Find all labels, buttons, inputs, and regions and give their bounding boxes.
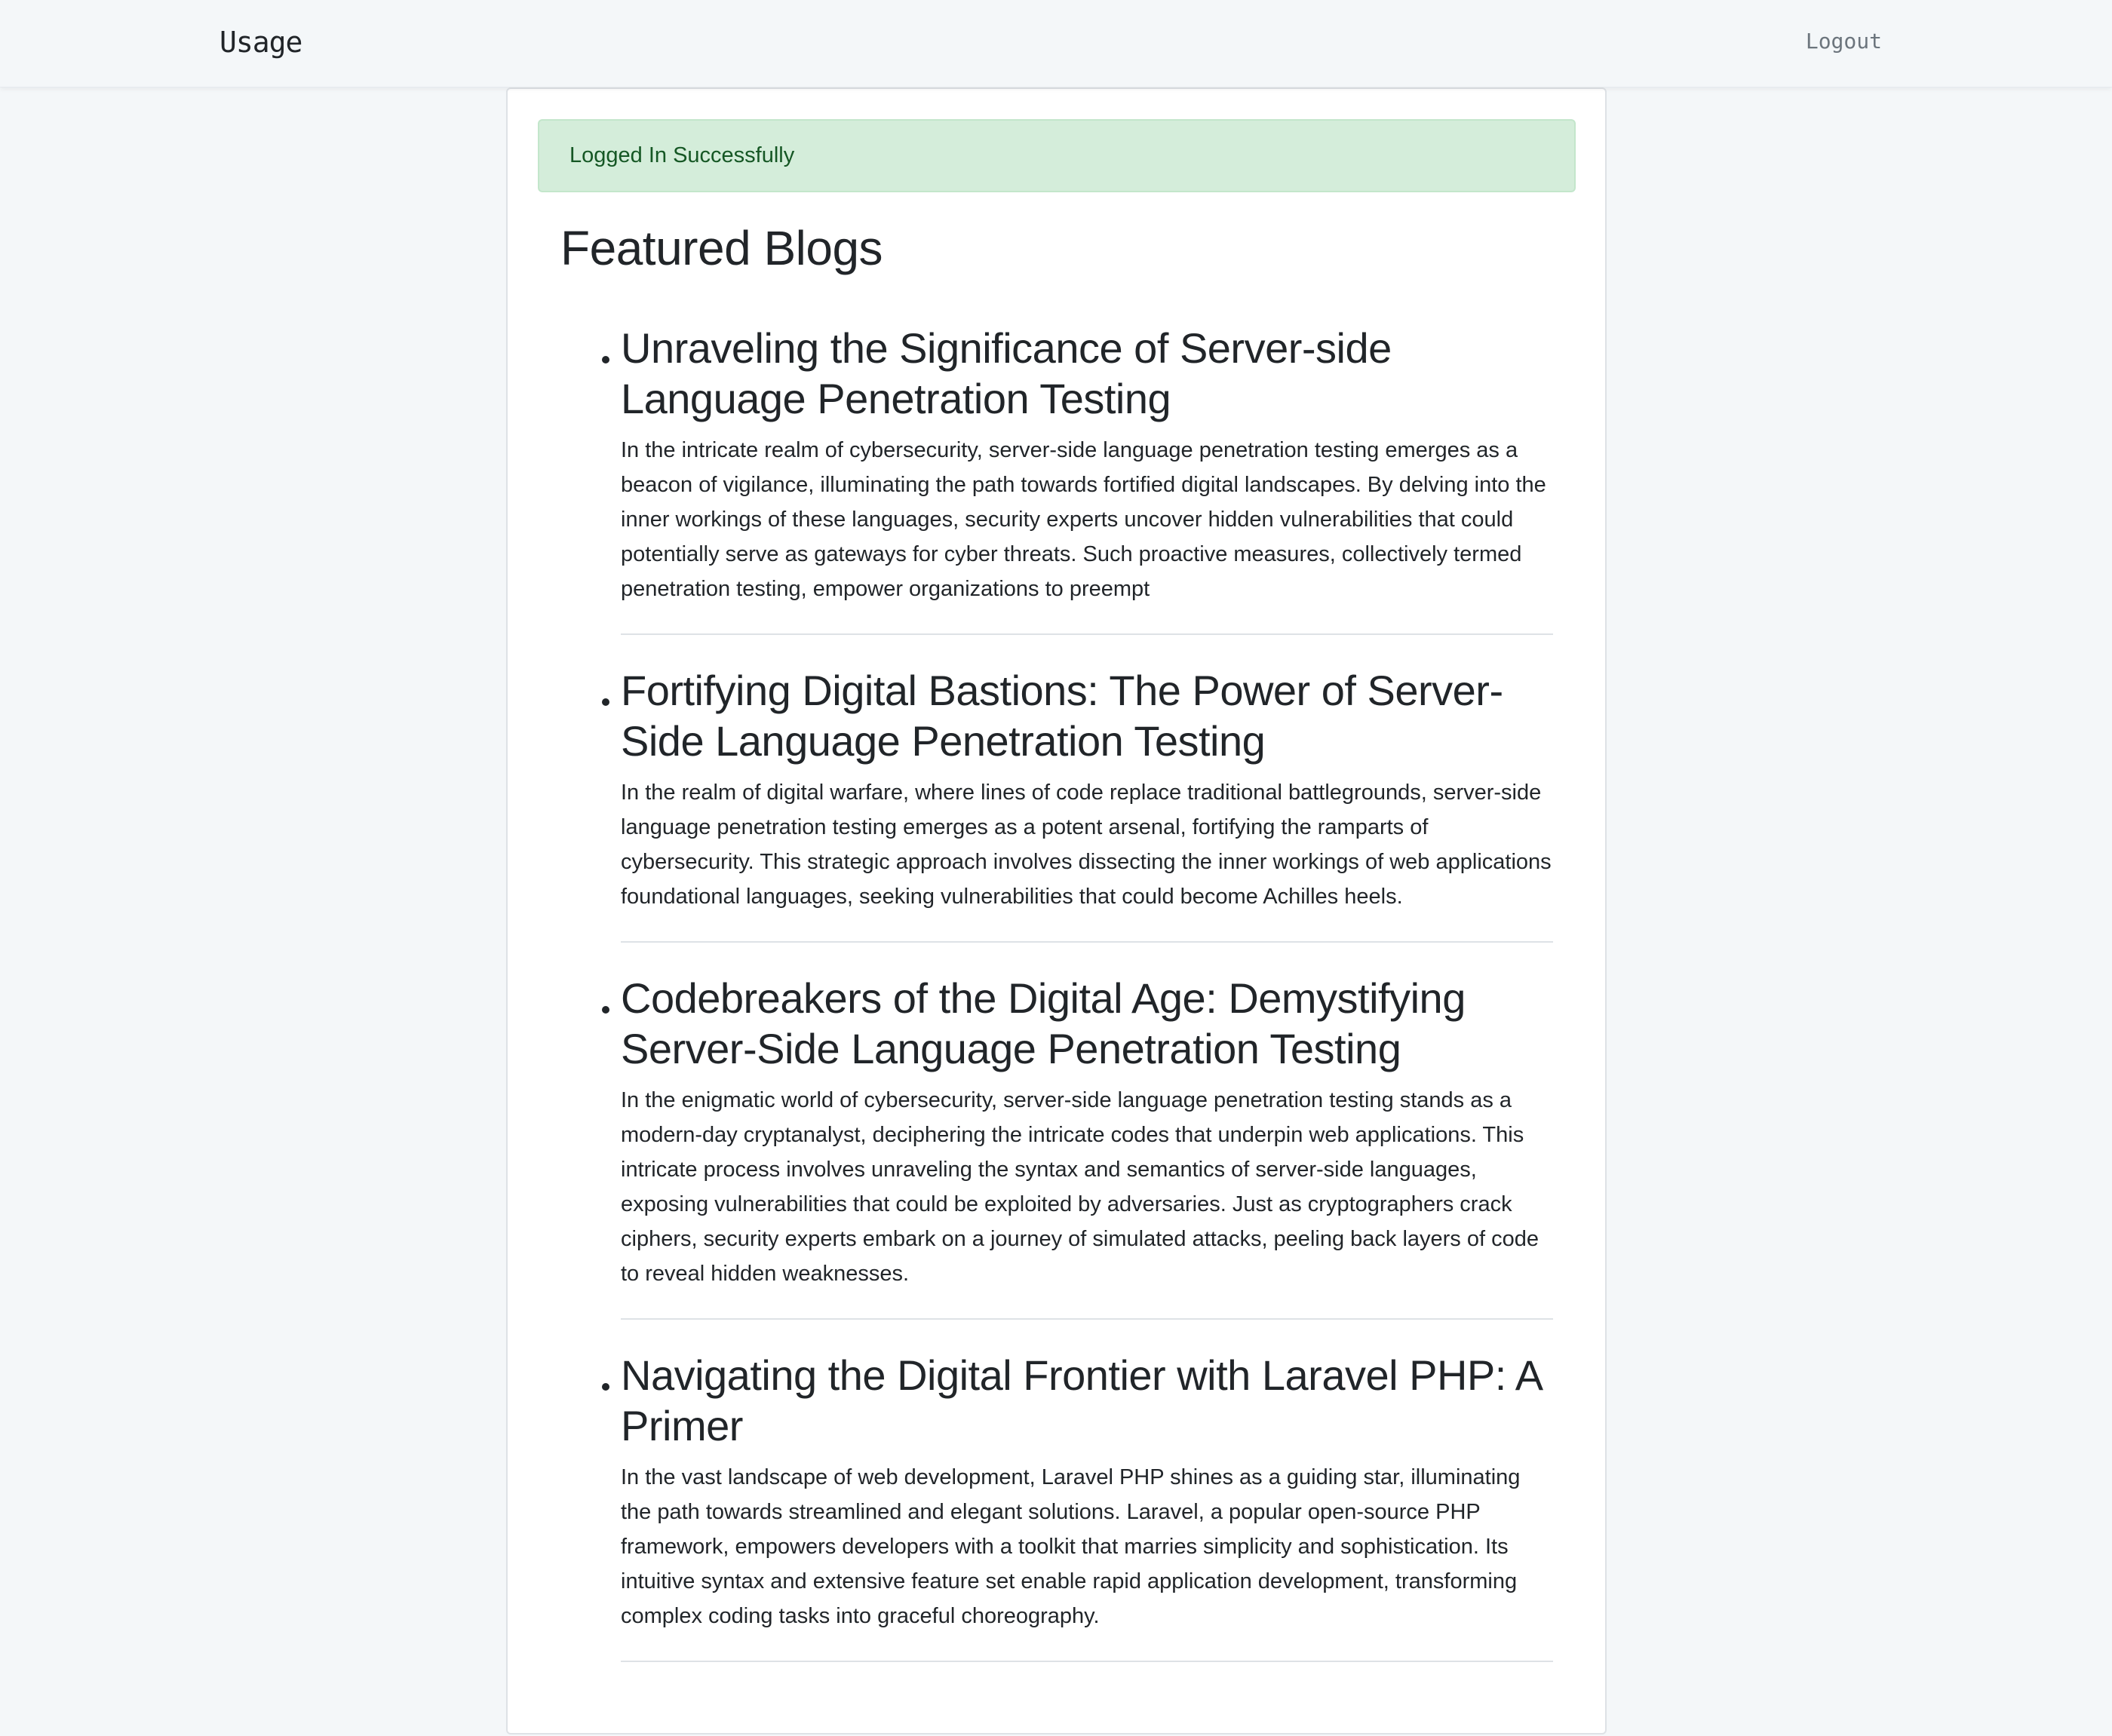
blog-title[interactable]: Codebreakers of the Digital Age: Demysti… bbox=[621, 973, 1553, 1074]
brand-logo-link[interactable]: Usage bbox=[219, 26, 302, 59]
page-title: Featured Blogs bbox=[560, 221, 883, 275]
blog-list: Unraveling the Significance of Server-si… bbox=[602, 323, 1553, 1692]
blog-excerpt: In the vast landscape of web development… bbox=[621, 1465, 1521, 1628]
logout-link[interactable]: Logout bbox=[1806, 29, 1882, 54]
success-alert: Logged In Successfully bbox=[538, 119, 1576, 192]
blog-excerpt: In the realm of digital warfare, where l… bbox=[621, 781, 1552, 909]
blog-excerpt: In the enigmatic world of cybersecurity,… bbox=[621, 1088, 1539, 1286]
alert-message: Logged In Successfully bbox=[569, 143, 795, 167]
blog-excerpt: In the intricate realm of cybersecurity,… bbox=[621, 438, 1546, 601]
blog-title[interactable]: Navigating the Digital Frontier with Lar… bbox=[621, 1350, 1553, 1451]
blog-list-item: Unraveling the Significance of Server-si… bbox=[602, 323, 1553, 635]
blog-list-item: Navigating the Digital Frontier with Lar… bbox=[602, 1350, 1553, 1662]
blog-list-item: Codebreakers of the Digital Age: Demysti… bbox=[602, 973, 1553, 1320]
blog-list-item: Fortifying Digital Bastions: The Power o… bbox=[602, 665, 1553, 943]
blog-title[interactable]: Fortifying Digital Bastions: The Power o… bbox=[621, 665, 1553, 766]
blog-title[interactable]: Unraveling the Significance of Server-si… bbox=[621, 323, 1553, 424]
main-card: Logged In Successfully Featured Blogs Un… bbox=[506, 87, 1607, 1734]
top-navbar: Usage Logout bbox=[0, 0, 2112, 87]
